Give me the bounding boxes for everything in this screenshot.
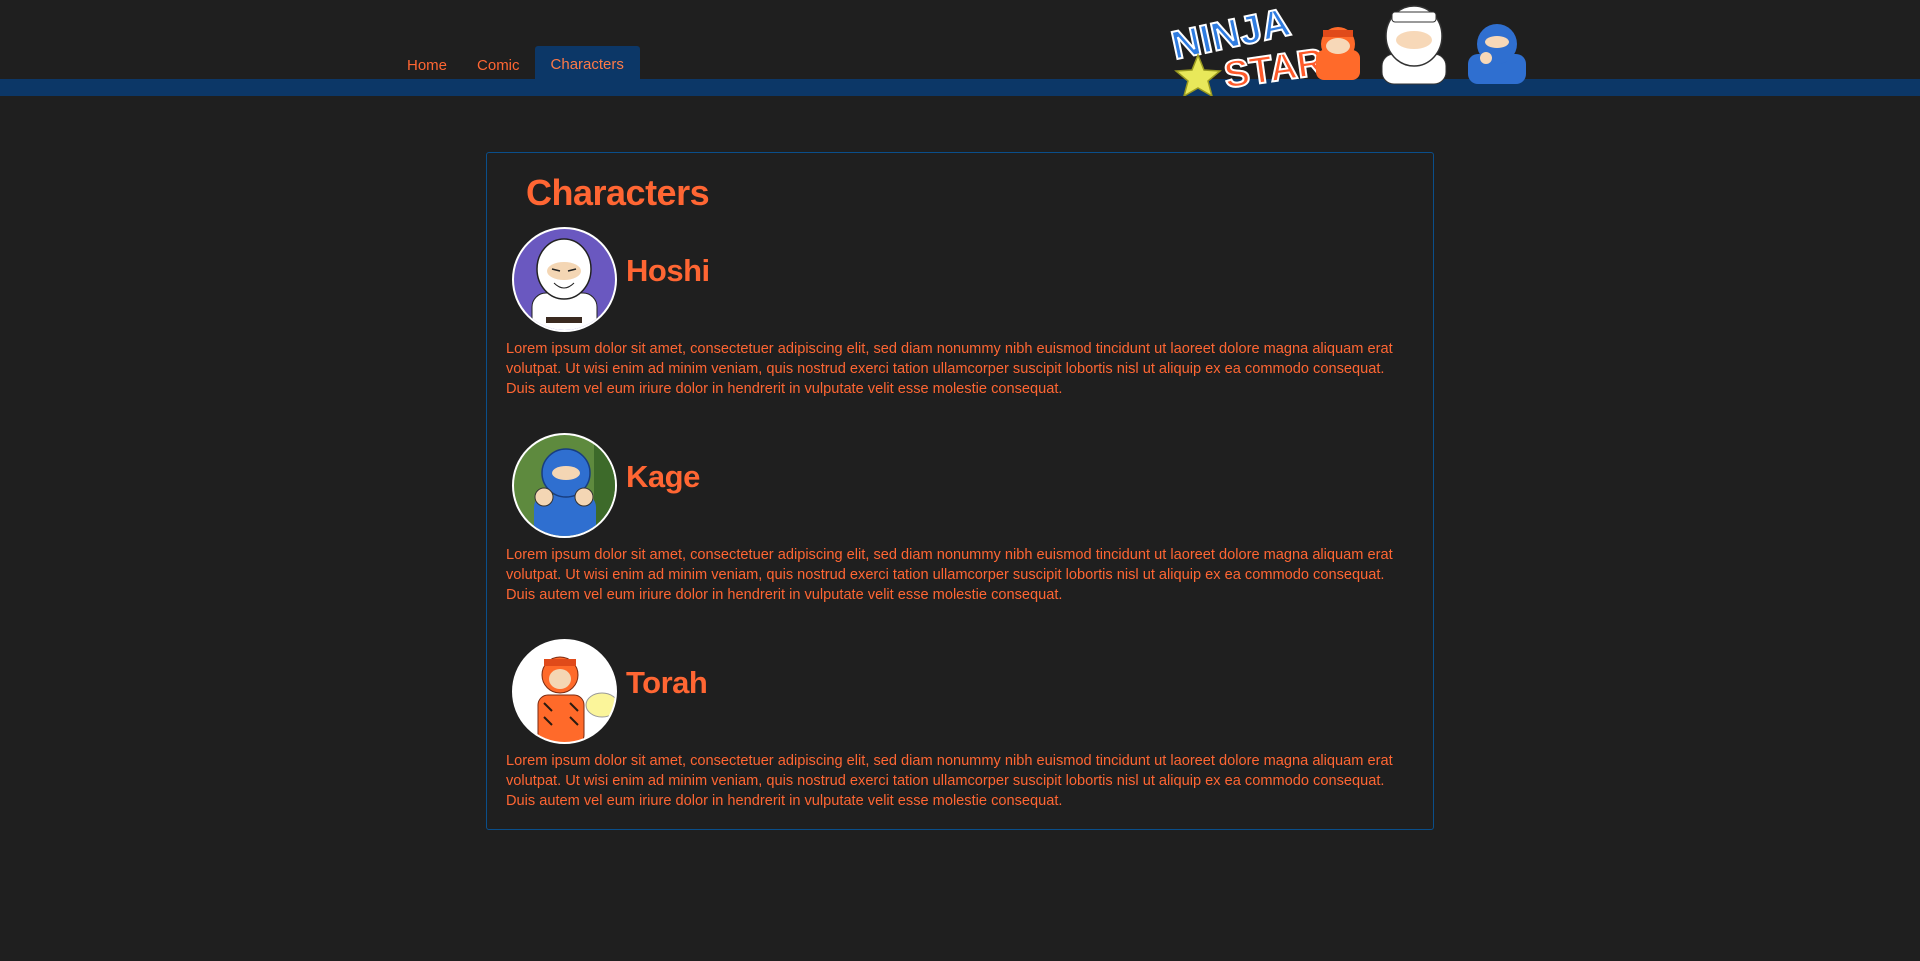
character-name: Torah [626, 665, 708, 700]
hoshi-avatar [512, 227, 617, 332]
torah-avatar [512, 639, 617, 744]
character-card-hoshi: Hoshi Lorem ipsum dolor sit amet, consec… [487, 227, 1435, 397]
nav-bar [0, 79, 1920, 96]
character-description: Lorem ipsum dolor sit amet, consectetuer… [506, 547, 1393, 603]
character-name: Kage [626, 459, 700, 494]
ninja-star-logo[interactable]: NINJA STAR [1167, 0, 1530, 98]
nav-comic-link[interactable]: Comic [462, 46, 535, 79]
character-card-kage: Kage Lorem ipsum dolor sit amet, consect… [487, 433, 1435, 603]
page-title: Characters [526, 172, 710, 213]
character-card-torah: Torah Lorem ipsum dolor sit amet, consec… [487, 639, 1435, 809]
site-header: Home Comic Characters NINJA STAR [0, 0, 1920, 98]
nav-home-link[interactable]: Home [392, 46, 462, 79]
main-nav: Home Comic Characters [392, 46, 640, 96]
character-description: Lorem ipsum dolor sit amet, consectetuer… [506, 753, 1393, 809]
torah-mini-icon [1316, 27, 1360, 80]
hoshi-mini-icon [1381, 5, 1447, 85]
kage-avatar [512, 433, 617, 538]
character-description: Lorem ipsum dolor sit amet, consectetuer… [506, 341, 1393, 397]
nav-characters-link[interactable]: Characters [534, 46, 640, 79]
character-name: Hoshi [626, 253, 710, 288]
characters-panel: Characters Hoshi Lorem ipsum dolor sit a… [486, 152, 1434, 830]
kage-mini-icon [1468, 24, 1526, 84]
